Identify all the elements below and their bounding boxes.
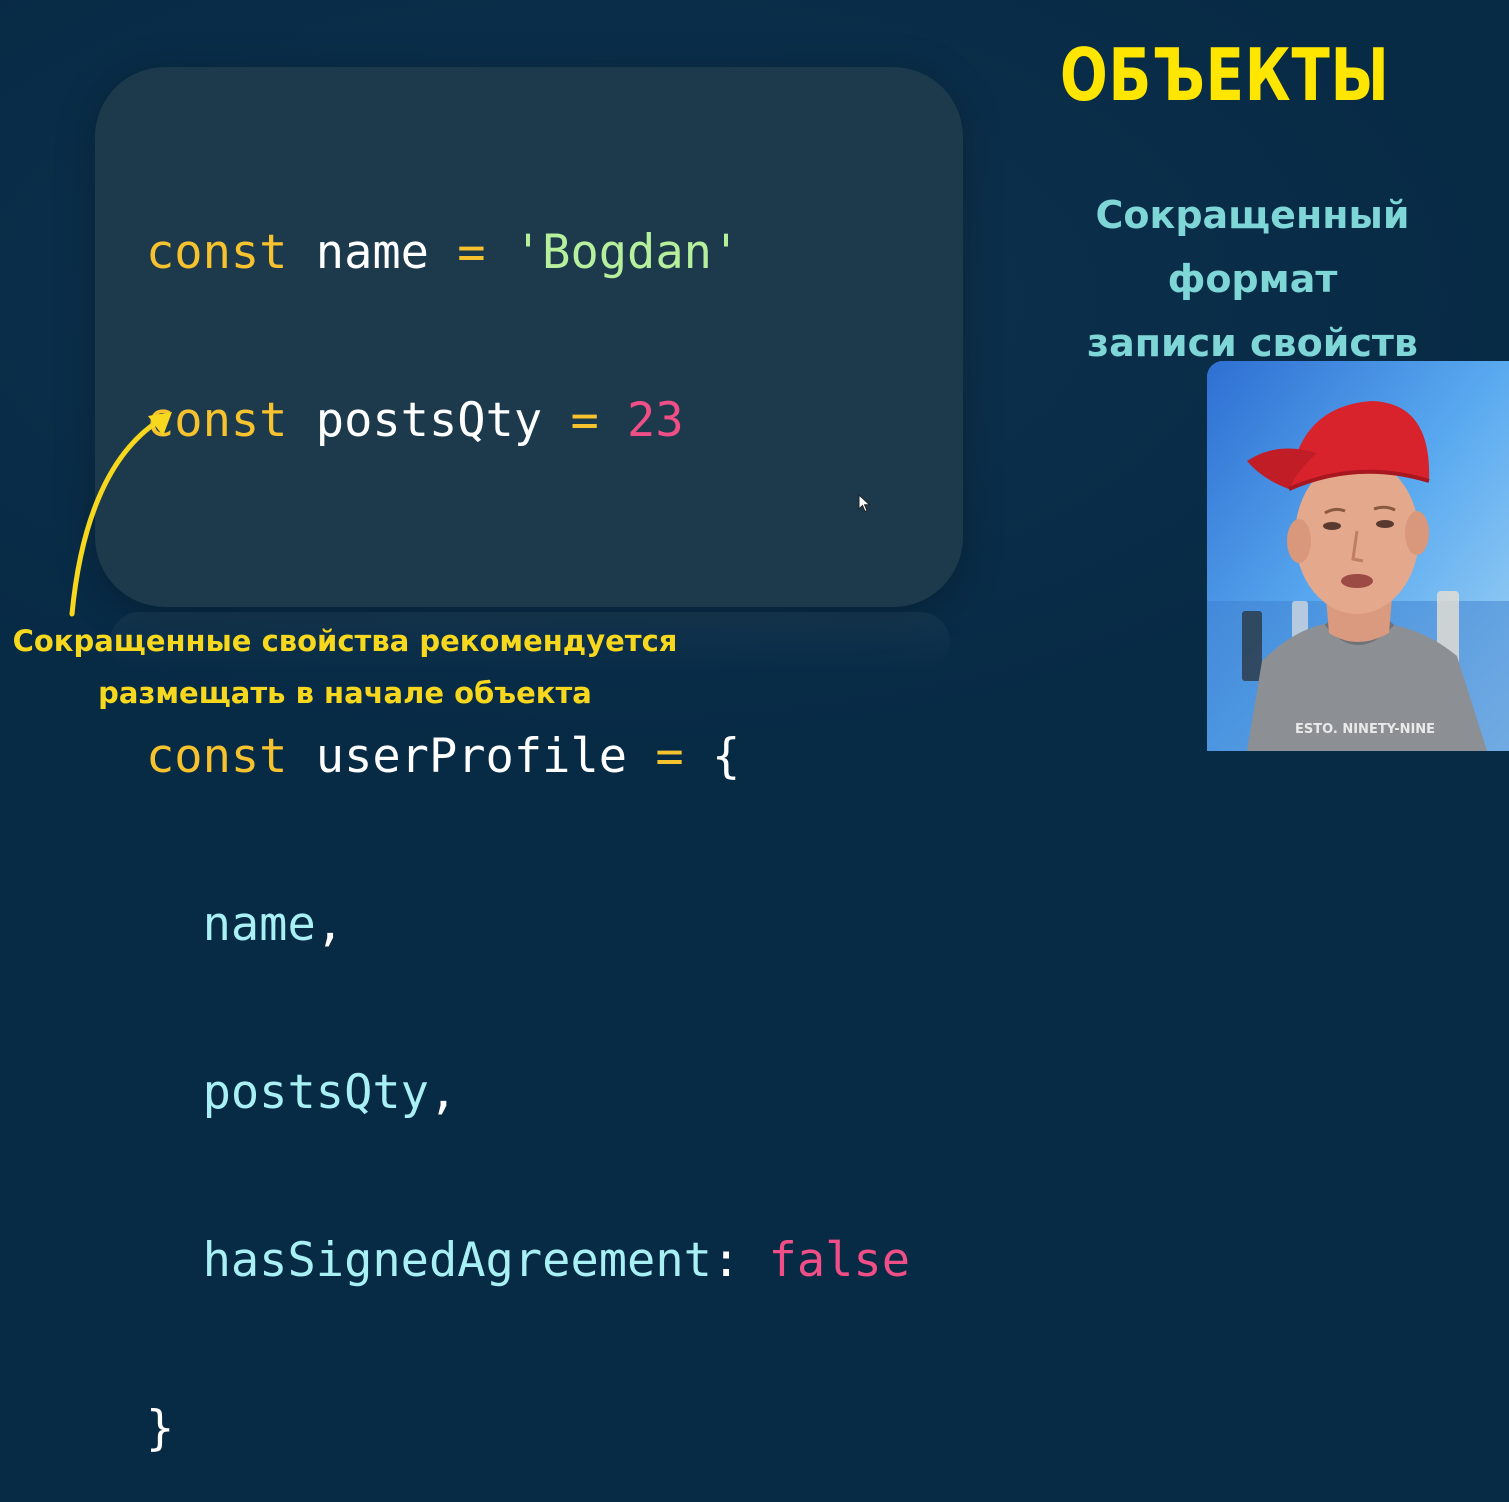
- subtitle: Сокращенный формат записи свойств: [1010, 183, 1495, 375]
- code-line-6: hasSignedAgreement: false: [146, 1233, 910, 1289]
- subtitle-line-1: Сокращенный формат: [1095, 193, 1410, 301]
- code-line-4: name,: [146, 897, 910, 953]
- identifier: name: [315, 225, 429, 280]
- keyword: const: [146, 729, 288, 784]
- operator: =: [457, 225, 486, 280]
- identifier: userProfile: [315, 729, 628, 784]
- presenter-illustration: ESTO. NINETY-NINE: [1207, 361, 1509, 751]
- property-postsqty: postsQty: [202, 1065, 429, 1120]
- property-name: name: [202, 897, 316, 952]
- close-brace: }: [146, 1401, 175, 1456]
- operator: =: [655, 729, 684, 784]
- boolean-literal: false: [768, 1233, 911, 1288]
- code-line-1: const name = 'Bogdan': [146, 225, 910, 281]
- note-line-2: размещать в начале объекта: [98, 676, 592, 710]
- open-brace: {: [711, 729, 741, 784]
- curved-arrow-icon: [69, 412, 172, 617]
- keyword: const: [146, 225, 288, 280]
- operator: =: [570, 393, 599, 448]
- comma: ,: [315, 897, 345, 952]
- note-line-1: Сокращенные свойства рекомендуется: [12, 624, 678, 658]
- code-line-7: }: [146, 1401, 910, 1457]
- code-block: const name = 'Bogdan' const postsQty = 2…: [146, 113, 910, 1502]
- identifier: postsQty: [315, 393, 543, 448]
- shirt-print: ESTO. NINETY-NINE: [1295, 722, 1435, 737]
- number-literal: 23: [627, 393, 684, 448]
- comma: ,: [428, 1065, 458, 1120]
- code-line-3: const userProfile = {: [146, 729, 910, 785]
- colon: :: [711, 1233, 741, 1288]
- page-title: ОБЪЕКТЫ: [1060, 33, 1390, 117]
- mouse-cursor-icon: [858, 494, 871, 513]
- recommendation-note: Сокращенные свойства рекомендуется разме…: [5, 615, 685, 719]
- property-hassignedagreement: hasSignedAgreement: [202, 1233, 712, 1288]
- code-line-2: const postsQty = 23: [146, 393, 910, 449]
- presenter-webcam: ESTO. NINETY-NINE: [1207, 361, 1509, 751]
- code-line-5: postsQty,: [146, 1065, 910, 1121]
- string-literal: 'Bogdan': [513, 225, 741, 280]
